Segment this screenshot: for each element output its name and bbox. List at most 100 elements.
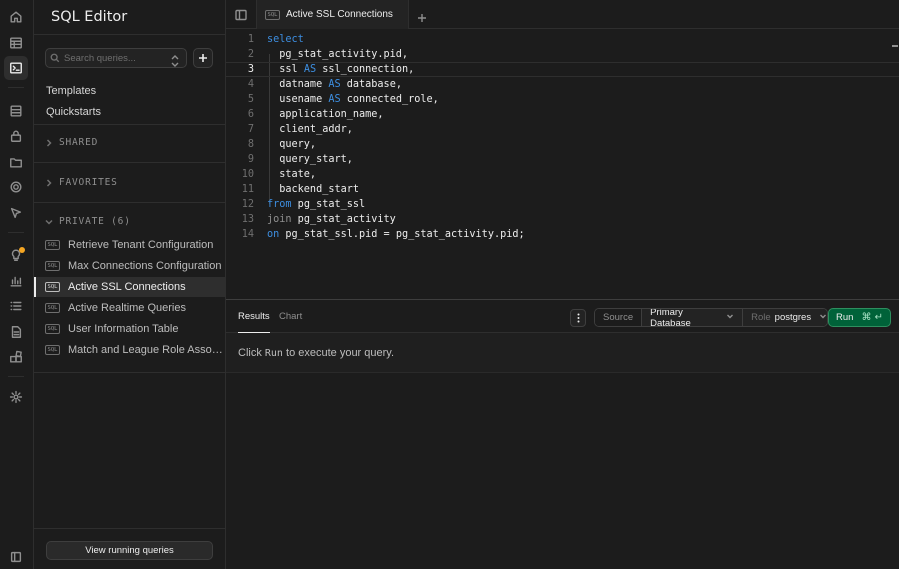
- database-select-value: Primary Database: [650, 308, 691, 327]
- query-item-active[interactable]: SQL Active SSL Connections: [34, 277, 226, 297]
- query-item-label: Match and League Role Associations: [68, 344, 225, 356]
- code-line[interactable]: 4 datname AS database,: [226, 77, 899, 92]
- sql-file-icon: SQL: [45, 324, 60, 334]
- line-number: 14: [241, 229, 254, 240]
- code-line[interactable]: 11 backend_start: [226, 182, 899, 197]
- new-query-button[interactable]: [193, 48, 213, 68]
- chevron-down-icon: [819, 312, 827, 323]
- sql-file-icon: SQL: [45, 282, 60, 292]
- code-line[interactable]: 10 state,: [226, 167, 899, 182]
- chevron-down-icon: [45, 219, 53, 225]
- query-item[interactable]: SQL User Information Table: [34, 319, 226, 339]
- message-prefix: Click: [238, 347, 265, 359]
- code-line[interactable]: 8 query,: [226, 137, 899, 152]
- section-favorites[interactable]: FAVORITES: [45, 177, 118, 188]
- sql-token: connected_role,: [340, 94, 439, 105]
- code-line[interactable]: 14 on pg_stat_ssl.pid = pg_stat_activity.…: [226, 227, 899, 242]
- advisors-icon[interactable]: [4, 243, 28, 267]
- table-editor-icon[interactable]: [4, 31, 28, 55]
- code-line[interactable]: 9 query_start,: [226, 152, 899, 167]
- sql-token: ssl: [267, 64, 304, 75]
- tab-active-ssl-connections[interactable]: SQL Active SSL Connections: [256, 0, 409, 29]
- home-icon[interactable]: [4, 5, 28, 29]
- code-line[interactable]: 6 application_name,: [226, 107, 899, 122]
- sql-file-icon: SQL: [45, 345, 60, 355]
- more-options-icon[interactable]: [570, 309, 586, 327]
- section-shared[interactable]: SHARED: [45, 137, 98, 148]
- realtime-icon[interactable]: [4, 175, 28, 199]
- main-panel: SQL Active SSL Connections 1 select 2 pg_s…: [226, 0, 899, 569]
- code-text: select: [267, 34, 304, 45]
- sidebar-expand-icon[interactable]: [4, 545, 28, 569]
- sql-keyword: AS: [303, 64, 317, 75]
- section-private[interactable]: PRIVATE (6): [45, 216, 131, 227]
- sql-token: query_start,: [267, 154, 353, 165]
- code-line[interactable]: 13 join pg_stat_activity: [226, 212, 899, 227]
- database-icon[interactable]: [4, 99, 28, 123]
- divider: [34, 34, 226, 35]
- tab-chart[interactable]: Chart: [279, 300, 302, 333]
- results-panel: Click Run to execute your query.: [226, 333, 899, 373]
- logs-icon[interactable]: [4, 294, 28, 318]
- tab-label: Active SSL Connections: [286, 9, 393, 20]
- sort-icon[interactable]: [170, 52, 182, 67]
- integrations-icon[interactable]: [4, 345, 28, 369]
- query-item-label: Retrieve Tenant Configuration: [68, 239, 214, 251]
- view-running-queries-button[interactable]: View running queries: [46, 541, 213, 560]
- line-number: 11: [241, 184, 254, 195]
- code-text: application_name,: [267, 109, 383, 120]
- reports-icon[interactable]: [4, 269, 28, 293]
- toggle-sidebar-icon[interactable]: [233, 7, 249, 23]
- tab-results[interactable]: Results: [238, 300, 270, 333]
- search-input[interactable]: [64, 52, 164, 64]
- query-item-label: User Information Table: [68, 323, 179, 335]
- sql-token: database,: [340, 79, 402, 90]
- code-text: on pg_stat_ssl.pid = pg_stat_activity.pi…: [267, 229, 525, 240]
- line-number: 12: [241, 199, 254, 210]
- code-line[interactable]: 1 select: [226, 32, 899, 47]
- line-number: 1: [247, 34, 254, 45]
- sql-token: pg_stat_activity.pid,: [267, 49, 409, 60]
- query-item[interactable]: SQL Max Connections Configuration: [34, 256, 226, 276]
- divider: [34, 202, 226, 203]
- line-number: 10: [241, 169, 254, 180]
- divider: [34, 162, 226, 163]
- run-button[interactable]: Run ⌘ ↵: [828, 308, 891, 327]
- sql-keyword: AS: [328, 94, 341, 105]
- sql-editor-icon[interactable]: [4, 56, 28, 80]
- edge-functions-icon[interactable]: [4, 201, 28, 225]
- sql-keyword: on: [267, 229, 280, 240]
- auth-icon[interactable]: [4, 124, 28, 148]
- line-number: 13: [241, 214, 254, 225]
- database-select[interactable]: Primary Database: [642, 308, 744, 327]
- role-select[interactable]: Role postgres: [743, 309, 828, 326]
- code-line[interactable]: 3 ssl AS ssl_connection,: [226, 62, 899, 77]
- sql-keyword: AS: [328, 79, 341, 90]
- settings-icon[interactable]: [4, 385, 28, 409]
- code-text: client_addr,: [267, 124, 353, 135]
- divider: [34, 372, 226, 373]
- new-tab-icon[interactable]: [417, 8, 429, 22]
- code-line[interactable]: 7 client_addr,: [226, 122, 899, 137]
- code-text: join pg_stat_activity: [267, 214, 396, 225]
- storage-icon[interactable]: [4, 150, 28, 174]
- sql-file-icon: SQL: [45, 303, 60, 313]
- query-item-label: Max Connections Configuration: [68, 260, 222, 272]
- query-item[interactable]: SQL Active Realtime Queries: [34, 298, 226, 318]
- code-editor[interactable]: 1 select 2 pg_stat_activity.pid, 3 ssl AS s…: [226, 29, 899, 299]
- plus-icon: [199, 54, 207, 62]
- quickstarts-link[interactable]: Quickstarts: [46, 106, 101, 118]
- code-line[interactable]: 2 pg_stat_activity.pid,: [226, 47, 899, 62]
- code-line[interactable]: 5 usename AS connected_role,: [226, 92, 899, 107]
- templates-link[interactable]: Templates: [46, 85, 96, 97]
- message-suffix: to execute your query.: [282, 347, 395, 359]
- sql-keyword: from: [267, 199, 292, 210]
- sql-token: ssl_connection,: [316, 64, 415, 75]
- api-docs-icon[interactable]: [4, 320, 28, 344]
- line-number: 3: [247, 64, 254, 75]
- query-item[interactable]: SQL Match and League Role Associations: [34, 340, 226, 360]
- query-item[interactable]: SQL Retrieve Tenant Configuration: [34, 235, 226, 255]
- run-button-label: Run: [836, 312, 854, 323]
- chevron-right-icon: [46, 178, 52, 187]
- code-line[interactable]: 12 from pg_stat_ssl: [226, 197, 899, 212]
